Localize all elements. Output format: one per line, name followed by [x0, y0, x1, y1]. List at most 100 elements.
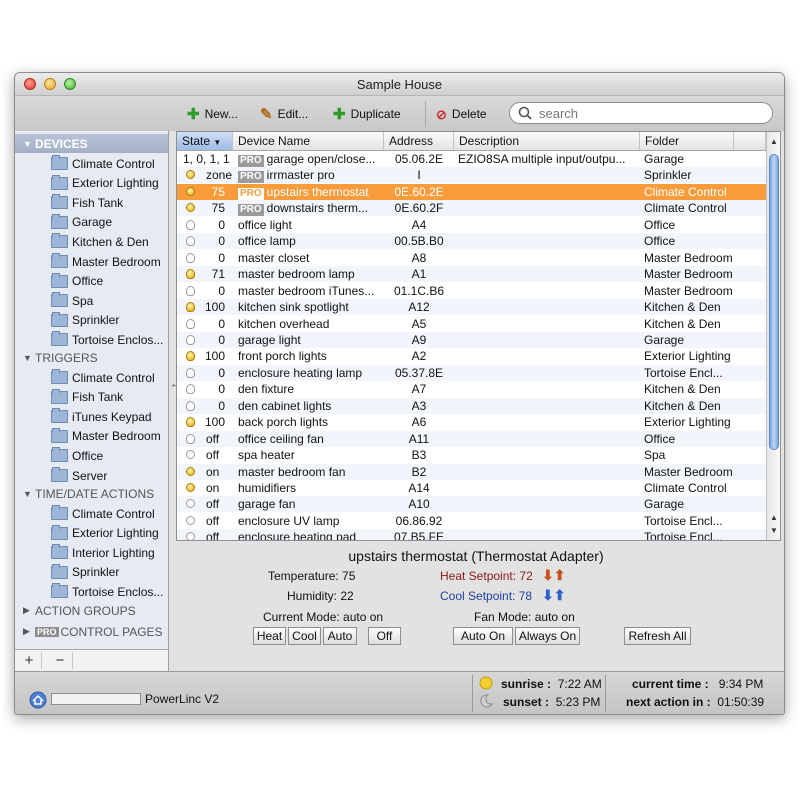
table-row[interactable]: 100 front porch lights A2 Exterior Lighting — [177, 348, 766, 364]
device-name-cell: kitchen sink spotlight — [238, 299, 384, 315]
table-row[interactable]: off garage fan A10 Garage — [177, 496, 766, 513]
group-label: CONTROL PAGES — [60, 624, 163, 639]
mode-off-button[interactable]: Off — [368, 627, 401, 645]
column-header-state[interactable]: State ▼ — [177, 132, 233, 150]
search-input[interactable] — [537, 104, 761, 122]
table-row[interactable]: 0 master closet A8 Master Bedroom — [177, 250, 766, 266]
folder-icon — [51, 408, 68, 424]
sidebar-group-control-pages[interactable]: ▶ PRO CONTROL PAGES — [15, 622, 168, 641]
refresh-all-button[interactable]: Refresh All — [624, 627, 691, 645]
sidebar-devices-item[interactable]: Garage — [51, 213, 112, 232]
table-row[interactable]: 1, 0, 1, 1 PRO garage open/close... 05.06.2… — [177, 151, 766, 167]
folder-cell: Kitchen & Den — [644, 300, 721, 315]
sidebar-triggers-item[interactable]: iTunes Keypad — [51, 407, 152, 426]
duplicate-button[interactable]: ✚ Duplicate — [333, 105, 401, 123]
table-row[interactable]: 0 den cabinet lights A3 Kitchen & Den — [177, 397, 766, 414]
disclosure-closed-icon: ▶ — [23, 605, 30, 615]
folder-icon — [51, 155, 68, 170]
table-row[interactable]: 71 master bedroom lamp A1 Master Bedroom — [177, 266, 766, 283]
sidebar-devices-item[interactable]: Exterior Lighting — [51, 174, 159, 193]
column-header-address[interactable]: Address — [384, 132, 454, 150]
sidebar-time-date-item[interactable]: Climate Control — [51, 504, 155, 523]
column-header-device-name[interactable]: Device Name — [233, 132, 384, 150]
search-field[interactable] — [509, 102, 773, 124]
sidebar-group-action-groups[interactable]: ▶ ACTION GROUPS — [15, 601, 168, 620]
table-row[interactable]: 0 enclosure heating lamp 05.37.8E Tortoise … — [177, 364, 766, 381]
folder-cell: Kitchen & Den — [644, 382, 721, 397]
edit-button[interactable]: ✎ Edit... — [260, 105, 308, 123]
scrollbar-thumb[interactable] — [769, 154, 779, 450]
fan-auto-on-button[interactable]: Auto On — [453, 627, 513, 645]
cool-down-arrow-icon[interactable]: ⬇ — [542, 587, 554, 603]
add-item-button[interactable]: + — [17, 652, 42, 669]
delete-button[interactable]: ⊘ Delete — [436, 105, 487, 123]
folder-cell: Office — [644, 431, 676, 446]
table-scrollbar[interactable]: ▲ ▲ ▼ — [766, 132, 780, 540]
heat-down-arrow-icon[interactable]: ⬇ — [542, 567, 554, 583]
sidebar-devices-item[interactable]: Kitchen & Den — [51, 232, 149, 251]
table-row[interactable]: on humidifiers A14 Climate Control — [177, 480, 766, 496]
new-button[interactable]: ✚ New... — [187, 105, 238, 123]
cool-up-arrow-icon[interactable]: ⬆ — [554, 587, 566, 603]
scroll-up-button[interactable]: ▲ — [767, 512, 780, 524]
heat-setpoint-value: 72 — [519, 569, 533, 583]
sidebar-devices-item[interactable]: Tortoise Enclos... — [51, 330, 163, 349]
device-name-cell: PRO upstairs thermostat — [238, 184, 384, 200]
sidebar-devices-item[interactable]: Sprinkler — [51, 311, 119, 330]
sidebar-time-date-item[interactable]: Interior Lighting — [51, 543, 155, 562]
sidebar-group-devices[interactable]: ▼ DEVICES — [15, 134, 168, 153]
column-header-description[interactable]: Description — [454, 132, 640, 150]
table-row[interactable]: 0 kitchen overhead A5 Kitchen & Den — [177, 316, 766, 332]
device-name-cell: enclosure heating pad — [238, 529, 384, 540]
table-row[interactable]: 0 office light A4 Office — [177, 217, 766, 233]
sidebar-time-date-item[interactable]: Exterior Lighting — [51, 524, 159, 543]
table-row[interactable]: 75 PRO downstairs therm... 0E.60.2F Climate … — [177, 200, 766, 217]
device-name: den cabinet lights — [238, 398, 332, 413]
title-bar[interactable]: Sample House — [15, 73, 784, 96]
table-row[interactable]: off office ceiling fan A11 Office — [177, 430, 766, 447]
table-row[interactable]: 0 garage light A9 Garage — [177, 331, 766, 348]
remove-item-button[interactable]: − — [48, 652, 73, 669]
group-label: TIME/DATE ACTIONS — [35, 486, 155, 501]
column-header-folder[interactable]: Folder — [640, 132, 734, 150]
address-cell: A8 — [411, 250, 427, 265]
sidebar-time-date-item[interactable]: Tortoise Enclos... — [51, 582, 163, 601]
sidebar-triggers-item[interactable]: Master Bedroom — [51, 427, 161, 446]
table-row[interactable]: off enclosure heating pad 07.B5.FE Tortoise… — [177, 529, 766, 541]
mode-cool-button[interactable]: Cool — [288, 627, 321, 645]
table-row[interactable]: 75 PRO upstairs thermostat 0E.60.2E Climate … — [177, 183, 766, 200]
table-row[interactable]: 0 office lamp 00.5B.B0 Office — [177, 233, 766, 250]
table-row[interactable]: 100 kitchen sink spotlight A12 Kitchen & De… — [177, 299, 766, 316]
scroll-down-button[interactable]: ▼ — [767, 525, 780, 537]
table-row[interactable]: 0 master bedroom iTunes... 01.1C.B6 Master … — [177, 283, 766, 299]
device-on-icon — [186, 269, 195, 280]
sidebar-devices-item[interactable]: Office — [51, 272, 103, 291]
state-cell: 100 — [177, 414, 233, 430]
table-row[interactable]: off enclosure UV lamp 06.86.92 Tortoise Enc… — [177, 513, 766, 529]
sidebar-triggers-item[interactable]: Server — [51, 466, 107, 485]
sidebar-devices-item[interactable]: Spa — [51, 291, 93, 310]
sidebar-devices-item[interactable]: Climate Control — [51, 154, 155, 173]
sidebar-group-triggers[interactable]: ▼ TRIGGERS — [15, 348, 168, 367]
device-name-cell: master bedroom fan — [238, 464, 384, 480]
sidebar-devices-item[interactable]: Master Bedroom — [51, 252, 161, 271]
table-row[interactable]: 0 den fixture A7 Kitchen & Den — [177, 381, 766, 397]
address-cell: A2 — [411, 349, 427, 364]
cool-setpoint-stepper: ⬇⬆ — [542, 587, 565, 604]
table-row[interactable]: zone PRO irrmaster pro I Sprinkler — [177, 167, 766, 184]
sidebar-group-time-date-actions[interactable]: ▼ TIME/DATE ACTIONS — [15, 484, 168, 503]
table-row[interactable]: off spa heater B3 Spa — [177, 447, 766, 463]
fan-always-on-button[interactable]: Always On — [515, 627, 580, 645]
sidebar-triggers-item[interactable]: Office — [51, 446, 103, 465]
mode-auto-button[interactable]: Auto — [323, 627, 357, 645]
sidebar-triggers-item[interactable]: Fish Tank — [51, 388, 123, 407]
sidebar-triggers-item[interactable]: Climate Control — [51, 368, 155, 387]
state-cell: 75 — [177, 200, 233, 216]
sidebar-devices-item[interactable]: Fish Tank — [51, 193, 123, 212]
folder-cell: Tortoise Encl... — [644, 530, 723, 541]
mode-heat-button[interactable]: Heat — [253, 627, 286, 645]
heat-up-arrow-icon[interactable]: ⬆ — [554, 567, 566, 583]
sidebar-time-date-item[interactable]: Sprinkler — [51, 563, 119, 582]
table-row[interactable]: on master bedroom fan B2 Master Bedroom — [177, 463, 766, 480]
table-row[interactable]: 100 back porch lights A6 Exterior Lighting — [177, 414, 766, 430]
